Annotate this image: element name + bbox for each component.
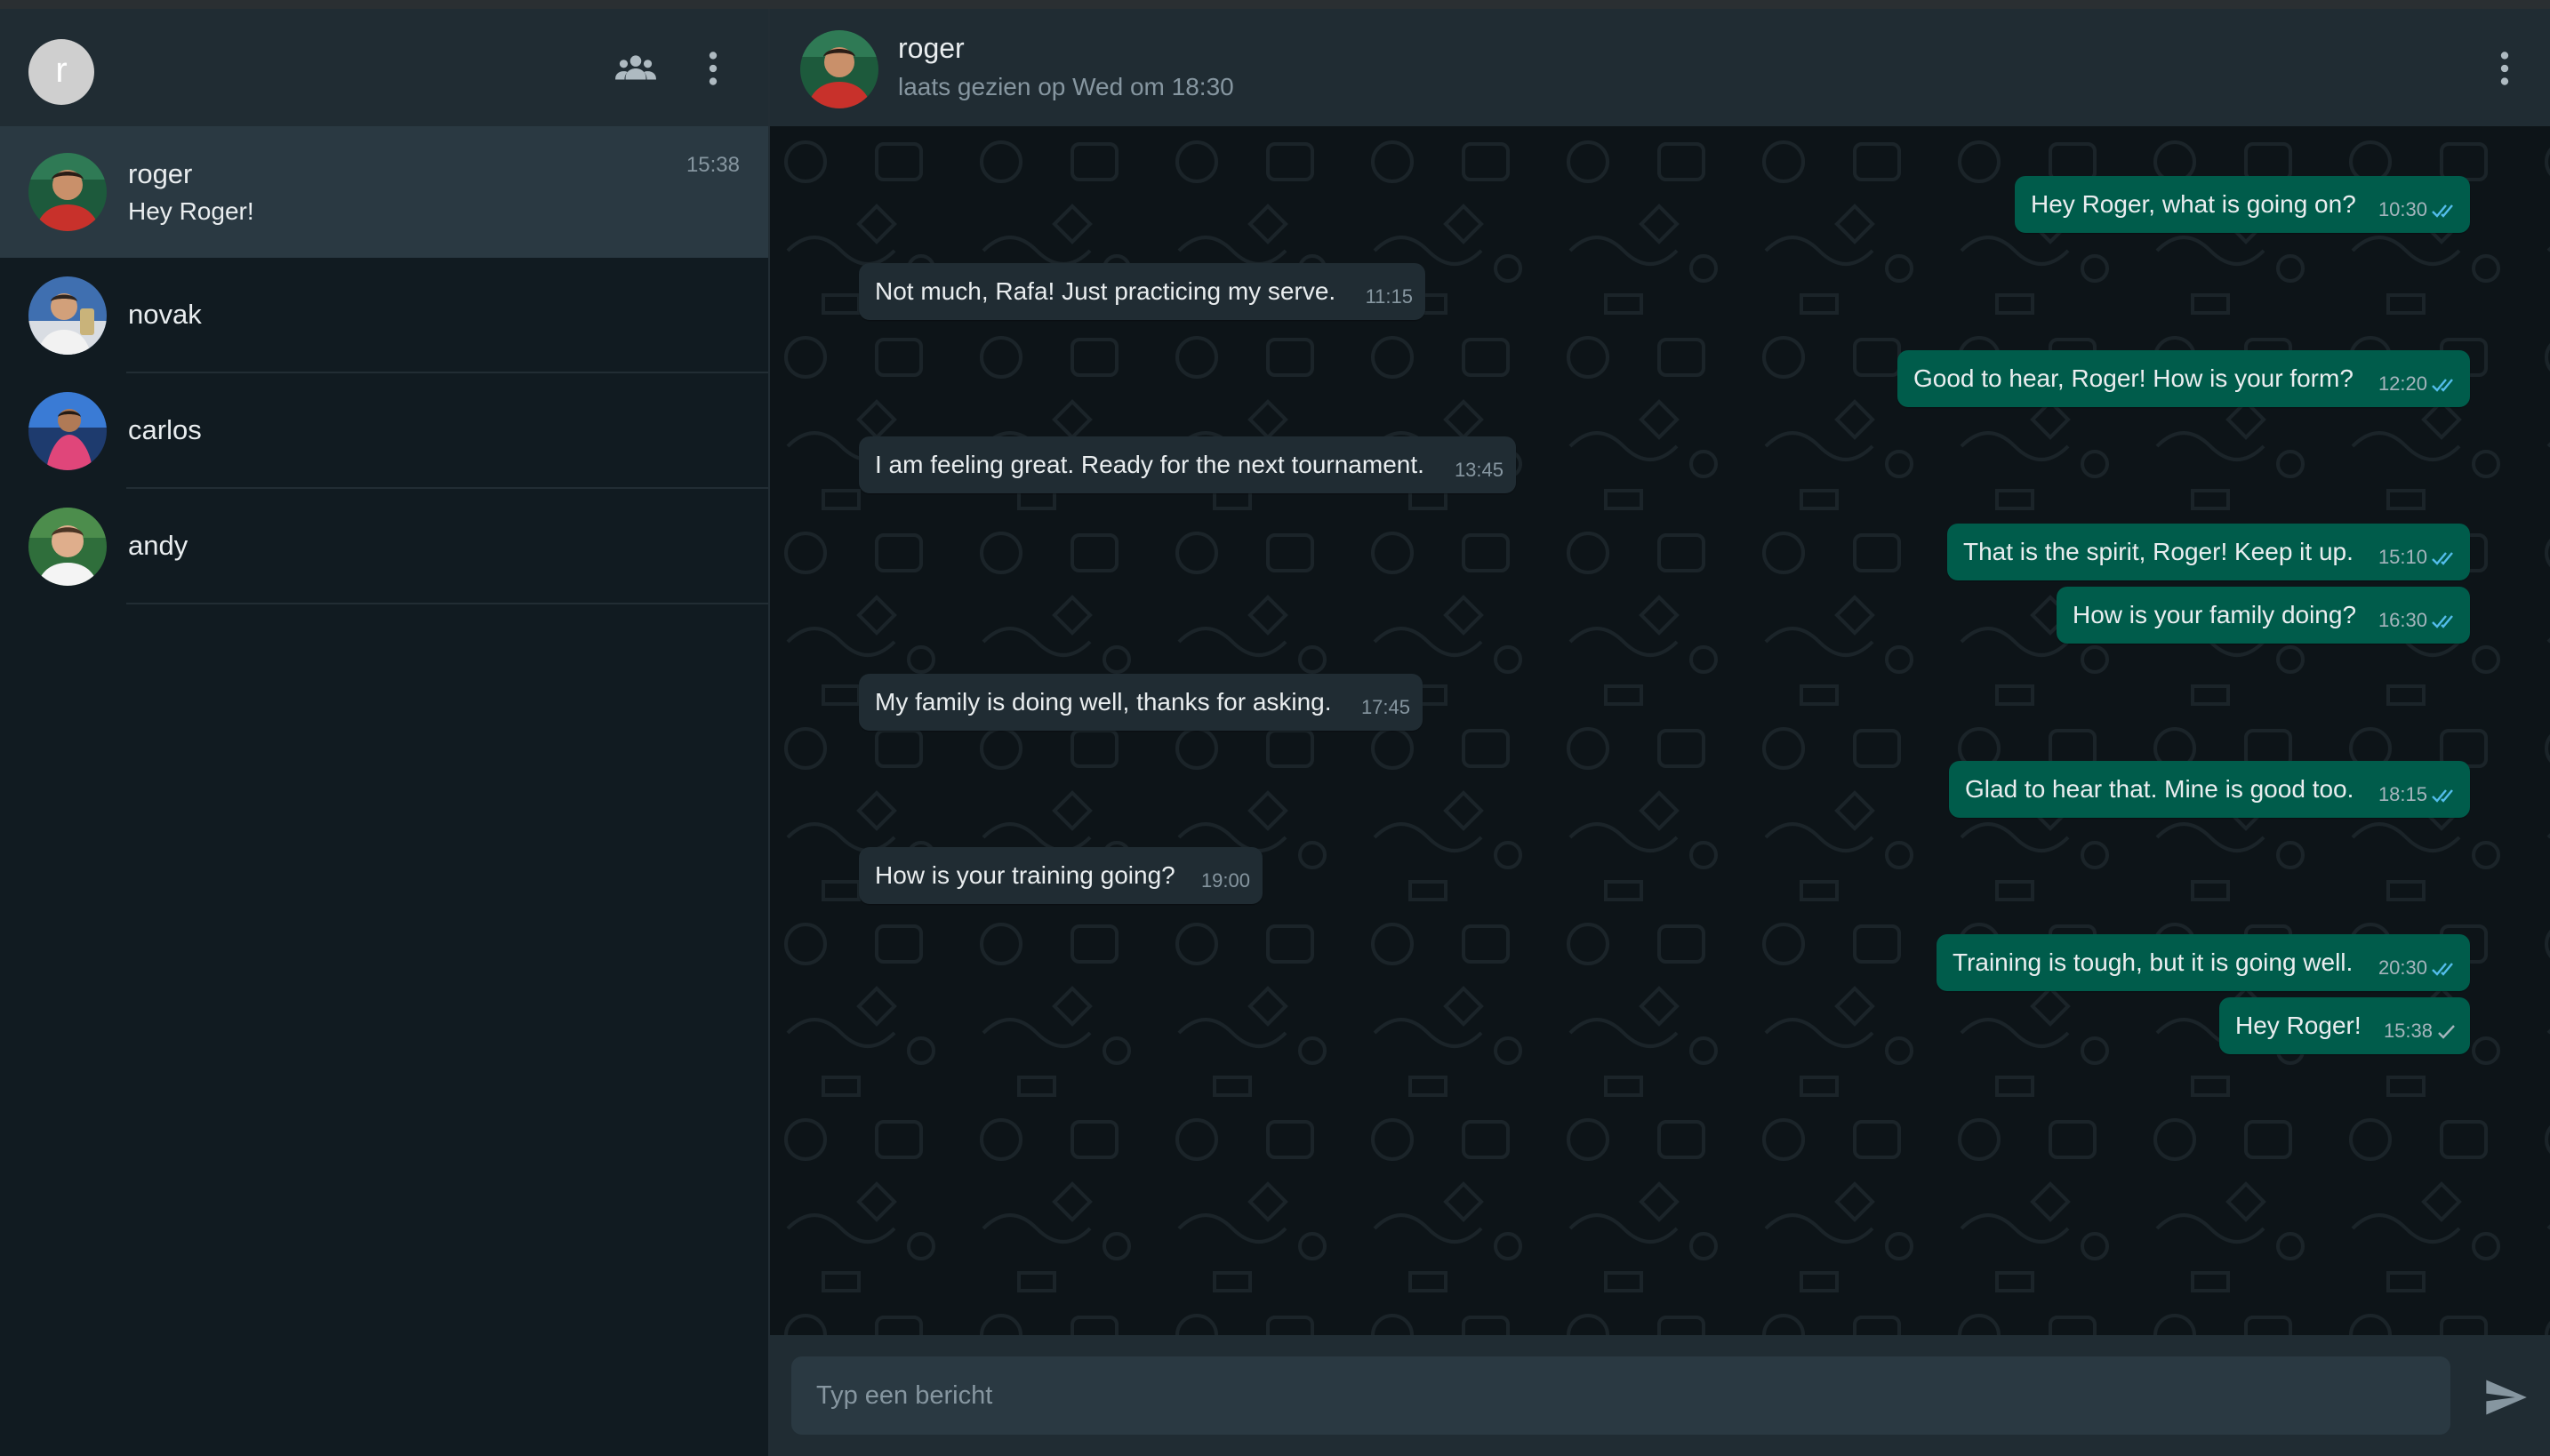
chat-item-novak[interactable]: novak (0, 258, 768, 373)
message-outgoing[interactable]: Good to hear, Roger! How is your form? 1… (1897, 350, 2470, 407)
message-text: Hey Roger! (2235, 1012, 2362, 1039)
message-incoming[interactable]: My family is doing well, thanks for aski… (859, 674, 1423, 731)
message-time: 19:00 (1200, 869, 1250, 892)
chat-preview: Hey Roger! (128, 197, 254, 225)
window-top-strip (0, 0, 2550, 9)
avatar (28, 276, 107, 355)
contact-status: laats gezien op Wed om 18:30 (898, 73, 1234, 100)
message-meta: 18:15 (2378, 772, 2458, 807)
message-text: Hey Roger, what is going on? (2031, 190, 2356, 218)
contact-avatar[interactable] (800, 30, 878, 108)
single-check-icon (2438, 1025, 2455, 1039)
chat-time: 15:38 (686, 153, 740, 177)
double-check-icon (2432, 204, 2453, 218)
message-incoming[interactable]: How is your training going? 19:00 (859, 847, 1263, 904)
message-outgoing[interactable]: How is your family doing? 16:30 (2057, 587, 2470, 644)
double-check-icon (2432, 552, 2453, 565)
message-meta: 16:30 (2378, 597, 2458, 633)
chat-item-roger[interactable]: roger Hey Roger! 15:38 (0, 126, 768, 258)
message-time: 15:10 (2378, 546, 2427, 568)
message-incoming[interactable]: Not much, Rafa! Just practicing my serve… (859, 263, 1425, 320)
conversation-header: roger laats gezien op Wed om 18:30 (770, 9, 2550, 126)
message-time: 12:20 (2378, 372, 2427, 395)
message-meta: 15:38 (2384, 1008, 2458, 1044)
double-check-icon (2432, 789, 2453, 803)
message-text: That is the spirit, Roger! Keep it up. (1963, 538, 2354, 565)
community-icon[interactable] (613, 46, 658, 91)
message-time: 17:45 (1360, 696, 1410, 718)
message-meta: 10:30 (2378, 187, 2458, 222)
avatar (28, 392, 107, 470)
message-text: My family is doing well, thanks for aski… (875, 688, 1332, 716)
message-time: 11:15 (1365, 285, 1413, 308)
chat-name: andy (128, 530, 188, 561)
menu-dots-icon[interactable] (691, 46, 735, 91)
chat-item-andy[interactable]: andy (0, 489, 768, 604)
message-outgoing[interactable]: Hey Roger! 15:38 (2219, 997, 2470, 1054)
message-input[interactable] (791, 1356, 2450, 1435)
double-check-icon (2432, 963, 2453, 976)
avatar (28, 508, 107, 586)
message-outgoing[interactable]: That is the spirit, Roger! Keep it up. 1… (1947, 524, 2470, 580)
avatar (28, 153, 107, 231)
chat-name: carlos (128, 414, 202, 445)
chat-name: roger (128, 158, 193, 189)
message-outgoing[interactable]: Glad to hear that. Mine is good too. 18:… (1949, 761, 2470, 818)
message-time: 20:30 (2378, 956, 2427, 979)
my-avatar[interactable]: r (28, 39, 94, 105)
contact-name: roger (898, 32, 965, 64)
message-outgoing[interactable]: Training is tough, but it is going well.… (1937, 934, 2470, 991)
message-time: 10:30 (2378, 198, 2427, 220)
message-time: 16:30 (2378, 609, 2427, 631)
sidebar-header: r (0, 9, 768, 126)
double-check-icon (2432, 615, 2453, 628)
message-text: Glad to hear that. Mine is good too. (1965, 775, 2354, 803)
message-incoming[interactable]: I am feeling great. Ready for the next t… (859, 436, 1516, 493)
message-composer (770, 1335, 2550, 1456)
message-text: I am feeling great. Ready for the next t… (875, 451, 1424, 478)
chat-item-carlos[interactable]: carlos (0, 373, 768, 489)
message-time: 15:38 (2383, 1020, 2433, 1042)
message-meta: 20:30 (2378, 945, 2458, 980)
double-check-icon (2432, 379, 2453, 392)
chat-name: novak (128, 299, 202, 330)
chat-list-sidebar: r roger Hey Roger! 15:38 novak carlos an… (0, 9, 770, 1456)
message-time: 13:45 (1454, 459, 1504, 481)
message-time: 18:15 (2378, 783, 2427, 805)
message-text: How is your family doing? (2073, 601, 2357, 628)
message-text: How is your training going? (875, 861, 1175, 889)
send-icon[interactable] (2482, 1374, 2529, 1420)
message-meta: 12:20 (2378, 361, 2458, 396)
menu-dots-icon[interactable] (2482, 46, 2527, 91)
message-list: Hey Roger, what is going on? 10:30 Not m… (770, 126, 2550, 1335)
message-outgoing[interactable]: Hey Roger, what is going on? 10:30 (2015, 176, 2470, 233)
message-text: Good to hear, Roger! How is your form? (1913, 364, 2354, 392)
message-meta: 15:10 (2378, 534, 2458, 570)
conversation-panel: roger laats gezien op Wed om 18:30 Hey R… (770, 9, 2550, 1456)
message-text: Not much, Rafa! Just practicing my serve… (875, 277, 1336, 305)
message-text: Training is tough, but it is going well. (1953, 948, 2354, 976)
